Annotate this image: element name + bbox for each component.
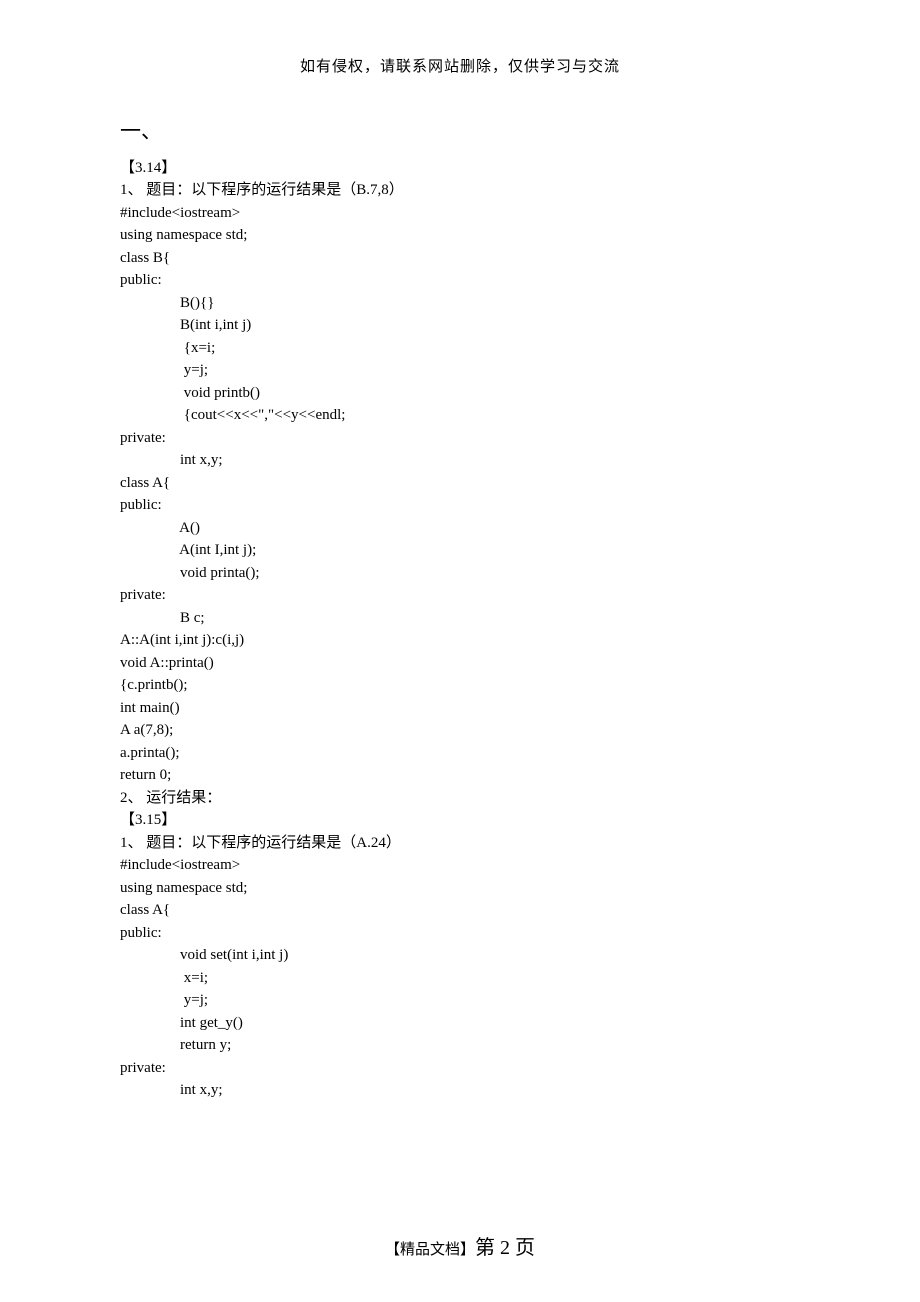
code-line: void printa(); (120, 562, 800, 585)
code-line: class A{ (120, 472, 800, 495)
code-line: void set(int i,int j) (120, 944, 800, 967)
code-line: y=j; (120, 989, 800, 1012)
code-line: class B{ (120, 247, 800, 270)
code-line: public: (120, 494, 800, 517)
code-line: A() (120, 517, 800, 540)
q1-tag: 【3.14】 (120, 157, 800, 180)
q1-prompt: 1、 题目：以下程序的运行结果是（B.7,8） (120, 179, 800, 202)
footer-page-prefix: 第 (475, 1237, 500, 1259)
code-line: using namespace std; (120, 224, 800, 247)
code-line: int get_y() (120, 1012, 800, 1035)
footer-page-number: 2 (500, 1237, 510, 1259)
code-line: return 0; (120, 764, 800, 787)
code-line: y=j; (120, 359, 800, 382)
footer-doc-label: 【精品文档】 (385, 1242, 475, 1258)
document-body: 一、 【3.14】 1、 题目：以下程序的运行结果是（B.7,8） #inclu… (120, 120, 800, 1102)
code-line: #include<iostream> (120, 854, 800, 877)
code-line: #include<iostream> (120, 202, 800, 225)
code-line: int x,y; (120, 449, 800, 472)
code-line: B c; (120, 607, 800, 630)
q1-result-label: 2、 运行结果： (120, 787, 800, 810)
code-line: {x=i; (120, 337, 800, 360)
code-line: a.printa(); (120, 742, 800, 765)
header-notice: 如有侵权，请联系网站删除，仅供学习与交流 (300, 59, 620, 75)
code-line: private: (120, 427, 800, 450)
code-line: public: (120, 269, 800, 292)
code-line: void printb() (120, 382, 800, 405)
code-line: class A{ (120, 899, 800, 922)
code-line: A(int I,int j); (120, 539, 800, 562)
footer-page-suffix: 页 (510, 1237, 535, 1259)
code-line: {cout<<x<<","<<y<<endl; (120, 404, 800, 427)
code-line: x=i; (120, 967, 800, 990)
code-line: int x,y; (120, 1079, 800, 1102)
code-line: A::A(int i,int j):c(i,j) (120, 629, 800, 652)
code-line: B(){} (120, 292, 800, 315)
code-line: void A::printa() (120, 652, 800, 675)
page-header: 如有侵权，请联系网站删除，仅供学习与交流 (0, 55, 920, 76)
section-heading: 一、 (120, 120, 800, 143)
q2-tag: 【3.15】 (120, 809, 800, 832)
code-line: using namespace std; (120, 877, 800, 900)
code-line: B(int i,int j) (120, 314, 800, 337)
code-line: private: (120, 584, 800, 607)
code-line: A a(7,8); (120, 719, 800, 742)
code-line: {c.printb(); (120, 674, 800, 697)
code-line: public: (120, 922, 800, 945)
q2-prompt: 1、 题目：以下程序的运行结果是（A.24） (120, 832, 800, 855)
code-line: int main() (120, 697, 800, 720)
code-line: private: (120, 1057, 800, 1080)
page-footer: 【精品文档】第 2 页 (0, 1231, 920, 1260)
code-line: return y; (120, 1034, 800, 1057)
